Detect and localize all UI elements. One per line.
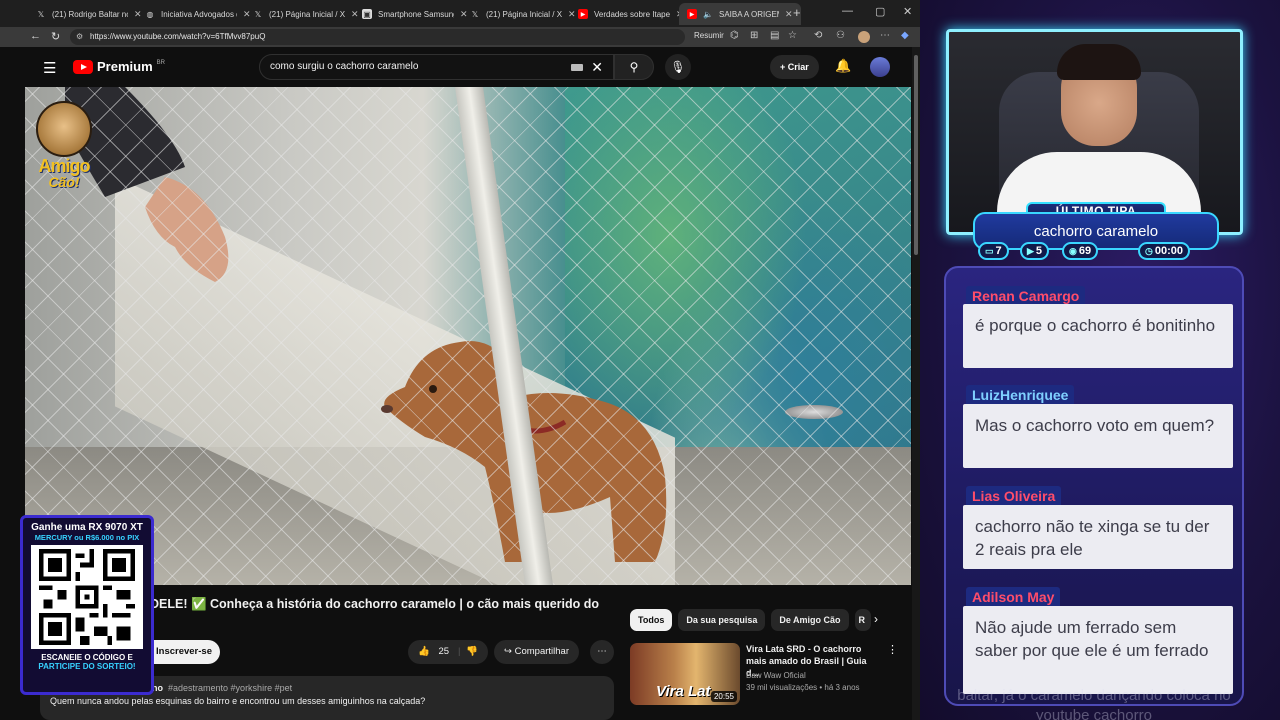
- address-bar: ← ↻ ⚙ https://www.youtube.com/watch?v=6T…: [0, 27, 920, 47]
- chat-faded-message: baltar, já o caramelo dançando coloca no…: [957, 687, 1231, 720]
- more-menu-icon[interactable]: ⋯: [880, 30, 890, 41]
- video-title: DELE! ✅ Conheça a história do cachorro c…: [150, 597, 600, 611]
- share-button[interactable]: ↪ Compartilhar: [494, 640, 579, 664]
- browser-tab-6[interactable]: ▶ Verdades sobre Itaper ✕: [570, 3, 692, 25]
- close-window-icon[interactable]: ✕: [903, 5, 912, 18]
- chip-da-sua-pesquisa[interactable]: Da sua pesquisa: [678, 609, 766, 631]
- copilot-icon[interactable]: ◆: [901, 30, 909, 41]
- browser-tab-3[interactable]: 𝕏 (21) Página Inicial / X ✕: [245, 3, 367, 25]
- reload-icon[interactable]: ↻: [51, 30, 60, 43]
- thumbs-up-icon: 👍: [418, 646, 430, 657]
- stat-twitch: ▭ 7: [978, 242, 1009, 260]
- youtube-icon: ▶: [578, 9, 588, 19]
- chip-partial[interactable]: R: [854, 609, 871, 631]
- chat-panel: Renan Camargo é porque o cachorro é boni…: [944, 266, 1244, 706]
- chat-message: é porque o cachorro é bonitinho: [963, 304, 1233, 368]
- dog-face-logo: [36, 101, 92, 157]
- like-button[interactable]: 👍 25 | 👎: [408, 640, 488, 664]
- thumbs-down-icon[interactable]: 👎: [466, 640, 478, 664]
- browser-tab-7-active[interactable]: ▶ 🔈 SAIBA A ORIGEM ✕: [679, 3, 801, 25]
- chip-de-amigo-cao[interactable]: De Amigo Cão: [771, 609, 849, 631]
- chat-username: Lias Oliveira: [966, 486, 1062, 506]
- twitch-icon: ▭: [985, 246, 994, 256]
- store-icon: ▣: [362, 9, 372, 19]
- keyboard-icon[interactable]: [571, 64, 583, 71]
- qr-code-image: [39, 549, 135, 645]
- url-field[interactable]: ⚙ https://www.youtube.com/watch?v=6TfMvv…: [70, 29, 685, 45]
- speaker-icon: 🔈: [703, 9, 713, 19]
- scrollbar-thumb[interactable]: [914, 55, 918, 255]
- plus-icon: +: [780, 62, 788, 72]
- stat-viewers: ◉ 69: [1062, 242, 1099, 260]
- voice-search-button[interactable]: 🎙: [665, 54, 691, 80]
- stat-youtube: ▶ 5: [1020, 242, 1050, 260]
- back-arrow-icon[interactable]: ←: [30, 30, 41, 42]
- extensions-icon[interactable]: ⟲: [814, 30, 822, 41]
- x-logo-icon: 𝕏: [471, 9, 479, 19]
- video-player[interactable]: Amigo Cão!: [25, 87, 911, 585]
- hamburger-menu-icon[interactable]: ☰: [43, 59, 56, 77]
- chat-username: Renan Camargo: [966, 286, 1086, 306]
- browser-tab-2[interactable]: ◍ Iniciativa Advogados d ✕: [137, 3, 259, 25]
- new-tab-plus-icon[interactable]: +: [793, 5, 801, 20]
- amigo-cao-watermark: Amigo Cão!: [33, 101, 95, 189]
- recommended-video[interactable]: Vira Lat 20:55 Vira Lata SRD - O cachorr…: [630, 643, 900, 705]
- globe-icon: ◍: [146, 9, 154, 19]
- chip-todos[interactable]: Todos: [630, 609, 673, 631]
- youtube-icon: ▶: [1027, 246, 1034, 256]
- clear-search-icon[interactable]: ✕: [591, 55, 603, 79]
- more-dots-icon: ⋯: [597, 646, 607, 657]
- account-avatar[interactable]: [870, 57, 890, 77]
- video-options-icon[interactable]: ⋮: [887, 643, 898, 656]
- youtube-header: ☰ Premium BR como surgiu o cachorro cara…: [25, 47, 912, 87]
- translate-icon[interactable]: ⌬: [730, 30, 739, 41]
- browser-tab-1[interactable]: 𝕏 (21) Rodrigo Baltar no ✕: [28, 3, 150, 25]
- streamer-hair: [1057, 44, 1141, 80]
- browser-window: 𝕏 (21) Rodrigo Baltar no ✕ ◍ Iniciativa …: [0, 0, 920, 720]
- viewers-icon: ◉: [1069, 246, 1077, 256]
- profile-avatar-icon[interactable]: [858, 31, 870, 43]
- chat-message: cachorro não te xinga se tu der 2 reais …: [963, 505, 1233, 569]
- recommended-thumbnail[interactable]: Vira Lat 20:55: [630, 643, 740, 705]
- resumir-button[interactable]: Resumir: [694, 31, 724, 40]
- browser-tab-4[interactable]: ▣ Smartphone Samsung ✕: [354, 3, 476, 25]
- x-logo-icon: 𝕏: [254, 9, 262, 19]
- chat-username: Adilson May: [966, 587, 1061, 607]
- search-icon: ⚲: [629, 60, 639, 74]
- youtube-icon: ▶: [687, 9, 697, 19]
- share-icon: ↪: [504, 646, 515, 657]
- search-button[interactable]: ⚲: [614, 54, 654, 80]
- chat-message: Mas o cachorro voto em quem?: [963, 404, 1233, 468]
- subscribe-button[interactable]: Inscrever-se: [148, 640, 220, 664]
- browser-tab-5[interactable]: 𝕏 (21) Página Inicial / X ✕: [462, 3, 584, 25]
- site-info-icon[interactable]: ⚙: [76, 29, 83, 45]
- clock-icon: ◷: [1145, 246, 1153, 256]
- maximize-icon[interactable]: ▢: [875, 5, 885, 18]
- recommendation-chips: Todos Da sua pesquisa De Amigo Cão R: [630, 609, 871, 631]
- chat-message: Não ajude um ferrado sem saber por que e…: [963, 606, 1233, 694]
- close-tab-icon[interactable]: ✕: [785, 9, 793, 20]
- stat-timer: ◷ 00:00: [1138, 242, 1190, 260]
- youtube-premium-logo[interactable]: Premium BR: [73, 59, 165, 74]
- create-button[interactable]: + Criar: [770, 55, 819, 79]
- notifications-bell-icon[interactable]: 🔔: [835, 58, 851, 74]
- reader-icon[interactable]: ⊞: [750, 30, 758, 41]
- x-logo-icon: 𝕏: [37, 9, 45, 19]
- chevron-right-icon[interactable]: ›: [874, 612, 878, 626]
- tab-bar: 𝕏 (21) Rodrigo Baltar no ✕ ◍ Iniciativa …: [0, 0, 920, 27]
- youtube-play-icon: [73, 59, 93, 74]
- microphone-icon: 🎙: [670, 60, 686, 74]
- bookmark-star-icon[interactable]: ☆: [788, 30, 797, 41]
- split-icon[interactable]: ▤: [770, 30, 779, 41]
- page-scrollbar[interactable]: [912, 47, 920, 720]
- collections-icon[interactable]: ⚇: [836, 30, 845, 41]
- minimize-icon[interactable]: —: [842, 5, 853, 17]
- more-actions-button[interactable]: ⋯: [590, 640, 614, 664]
- qr-code: [31, 545, 143, 649]
- qr-promo-overlay: Ganhe uma RX 9070 XT MERCURY ou R$6.000 …: [20, 515, 154, 695]
- search-input[interactable]: como surgiu o cachorro caramelo ✕: [259, 54, 614, 80]
- chat-username: LuizHenriquee: [966, 385, 1075, 405]
